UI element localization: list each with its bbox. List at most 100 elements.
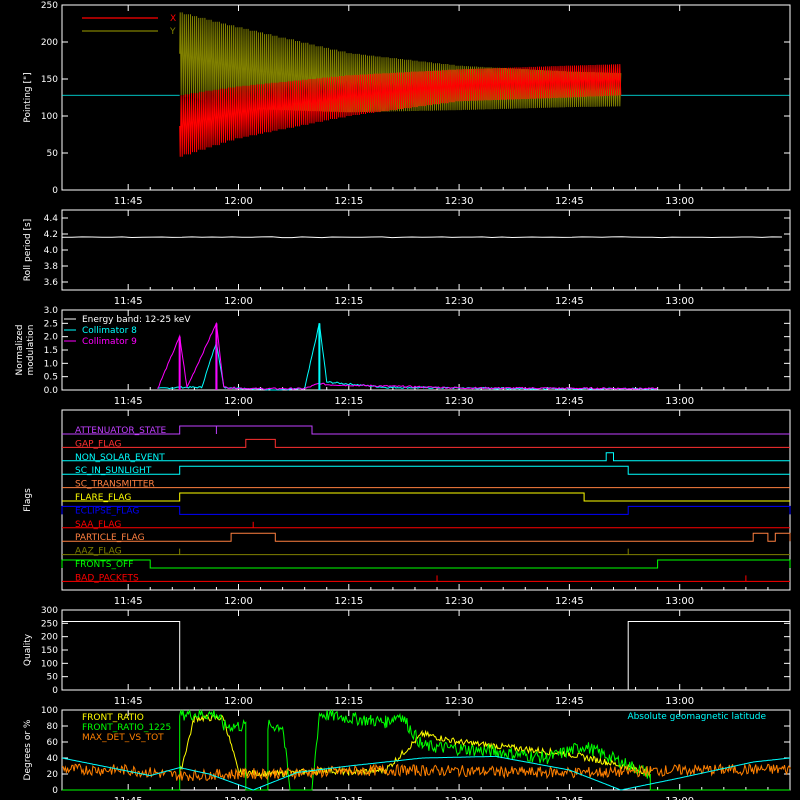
- x-tick-label: 11:45: [114, 596, 143, 607]
- y-tick-label: 200: [41, 38, 58, 48]
- x-tick-label: 11:45: [114, 296, 143, 307]
- quality-line: [62, 621, 790, 691]
- x-tick-label: 12:00: [224, 696, 253, 707]
- flag-line-sc-in-sunlight: [62, 465, 790, 475]
- flag-line-eclipse-flag: [61, 505, 791, 515]
- flag-line-particle-flag: [62, 532, 791, 542]
- flag-label: SAA_FLAG: [75, 520, 121, 530]
- y-tick-label: 3.8: [44, 262, 59, 272]
- x-tick-label: 13:00: [665, 296, 694, 307]
- legend-label: FRONT_RATIO_1225: [82, 723, 171, 733]
- panel-3-frame: [61, 409, 791, 591]
- flag-label: GAP_FLAG: [75, 439, 121, 449]
- x-tick-label: 11:45: [114, 796, 143, 800]
- x-tick-label: 12:30: [445, 296, 474, 307]
- x-tick-label: 12:30: [445, 196, 474, 207]
- flag-line-attenuator-state: [62, 425, 790, 435]
- flag-line-non-solar-event: [62, 452, 790, 462]
- x-tick-label: 12:15: [334, 196, 363, 207]
- annotation-label: Absolute geomagnetic latitude: [627, 712, 766, 722]
- y-tick-label: 300: [41, 606, 58, 616]
- y-tick-label: 250: [41, 619, 58, 629]
- y-tick-label: 0.0: [44, 386, 59, 396]
- modulation-collimator-9: [157, 321, 658, 391]
- x-tick-label: 12:45: [555, 296, 584, 307]
- y-tick-label: 0: [52, 786, 58, 796]
- legend-label: Collimator 9: [82, 337, 137, 347]
- y-tick-label: 50: [47, 673, 59, 683]
- x-tick-label: 12:45: [555, 196, 584, 207]
- flag-label: AAZ_FLAG: [75, 547, 122, 557]
- observation-summary-chart: 11:45 12:00 12:15 12:30 12:45 13:00 0 50 100 150 2…: [15, 1, 791, 800]
- flag-line-gap-flag: [62, 438, 790, 448]
- flag-label: PARTICLE_FLAG: [75, 533, 145, 543]
- modulation-collimator-8: [157, 323, 658, 391]
- y-tick-label: 100: [41, 112, 58, 122]
- y-tick-label: 100: [41, 659, 58, 669]
- flag-label: NON_SOLAR_EVENT: [75, 453, 165, 463]
- x-tick-label: 11:45: [114, 396, 143, 407]
- y-tick-label: 250: [41, 1, 58, 11]
- y-axis-label: Flags: [23, 488, 33, 512]
- x-tick-label: 13:00: [665, 796, 694, 800]
- x-tick-label: 12:00: [224, 596, 253, 607]
- x-tick-label: 12:15: [334, 796, 363, 800]
- ratio-series-max-det-vs-tot: [61, 763, 791, 782]
- x-tick-label: 12:30: [445, 796, 474, 800]
- x-tick-label: 12:00: [224, 196, 253, 207]
- x-tick-label: 13:00: [665, 596, 694, 607]
- x-tick-label: 12:00: [224, 796, 253, 800]
- x-tick-label: 12:30: [445, 596, 474, 607]
- x-tick-label: 13:00: [665, 396, 694, 407]
- legend-label: Y: [169, 27, 176, 37]
- y-tick-label: 3.6: [44, 278, 59, 288]
- y-tick-label: 80: [47, 722, 59, 732]
- y-tick-label: 40: [47, 754, 59, 764]
- legend-label: X: [170, 14, 176, 24]
- y-tick-label: 2.5: [44, 319, 58, 329]
- flag-label: SC_IN_SUNLIGHT: [75, 466, 152, 476]
- x-tick-label: 12:45: [555, 396, 584, 407]
- roll-period-line: [62, 236, 783, 239]
- flag-label: ATTENUATOR_STATE: [75, 426, 167, 436]
- x-tick-label: 12:15: [334, 296, 363, 307]
- flag-line-fronts-off: [61, 559, 791, 569]
- x-tick-label: 12:00: [224, 296, 253, 307]
- flag-label: FRONTS_OFF: [75, 560, 133, 570]
- legend-label: Collimator 8: [82, 326, 137, 336]
- x-tick-label: 12:15: [334, 596, 363, 607]
- y-tick-label: 60: [47, 738, 59, 748]
- y-tick-label: 0.5: [44, 373, 58, 383]
- y-tick-label: 2.0: [44, 333, 59, 343]
- legend-label: Energy band: 12-25 keV: [82, 315, 191, 325]
- y-tick-label: 4.0: [44, 246, 59, 256]
- flag-label: BAD_PACKETS: [75, 573, 139, 583]
- y-axis-label: Roll period [s]: [23, 219, 33, 281]
- flag-line-flare-flag: [62, 492, 790, 502]
- y-axis-label: Degrees or %: [23, 719, 33, 780]
- y-tick-label: 0: [52, 686, 58, 696]
- y-tick-label: 50: [47, 149, 59, 159]
- x-tick-label: 12:30: [445, 696, 474, 707]
- y-tick-label: 150: [41, 75, 58, 85]
- flag-label: ECLIPSE_FLAG: [75, 506, 139, 516]
- y-tick-label: 4.2: [44, 230, 58, 240]
- x-tick-label: 12:30: [445, 396, 474, 407]
- y-axis-label: Normalized: [15, 324, 25, 375]
- y-tick-label: 1.5: [44, 346, 58, 356]
- x-tick-label: 12:00: [224, 396, 253, 407]
- x-tick-label: 12:45: [555, 796, 584, 800]
- x-tick-label: 11:45: [114, 696, 143, 707]
- x-tick-label: 12:15: [334, 696, 363, 707]
- legend-label: MAX_DET_VS_TOT: [82, 733, 164, 743]
- y-tick-label: 200: [41, 633, 58, 643]
- y-axis-label: Pointing ["]: [23, 72, 33, 122]
- x-tick-label: 13:00: [665, 696, 694, 707]
- legend-label: FRONT_RATIO: [82, 713, 144, 723]
- y-tick-label: 100: [41, 706, 58, 716]
- y-tick-label: 3.0: [44, 306, 59, 316]
- y-tick-label: 150: [41, 646, 58, 656]
- y-tick-label: 20: [47, 770, 59, 780]
- y-tick-label: 1.0: [44, 359, 59, 369]
- x-tick-label: 12:45: [555, 696, 584, 707]
